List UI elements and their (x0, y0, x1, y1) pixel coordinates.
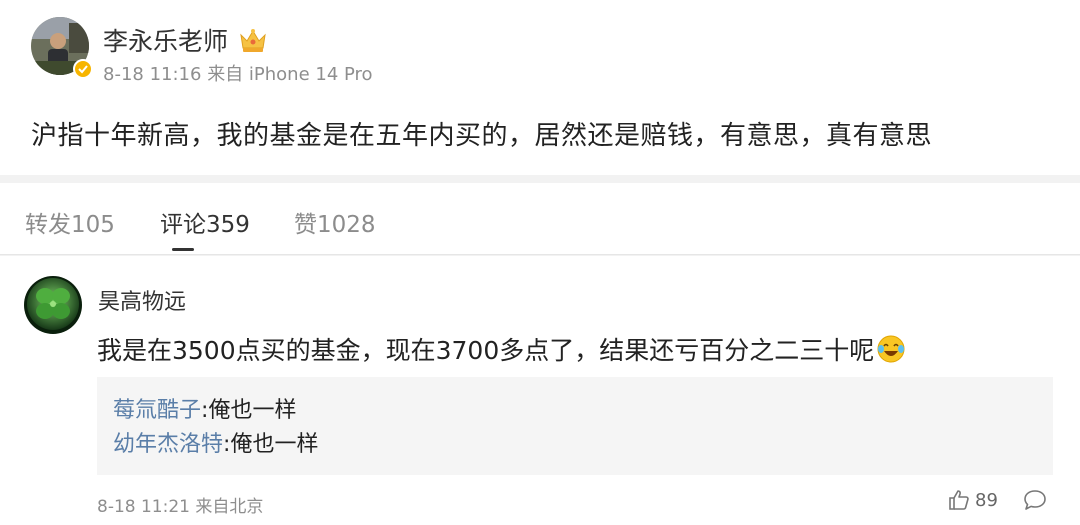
comment-text: 我是在3500点买的基金，现在3700多点了，结果还亏百分之二三十呢 (97, 331, 906, 367)
commenter-name[interactable]: 昊高物远 (98, 284, 186, 316)
comment-body: 我是在3500点买的基金，现在3700多点了，结果还亏百分之二三十呢 (97, 336, 875, 365)
tab-comments[interactable]: 评论359 (160, 205, 250, 239)
like-button[interactable]: 89 (947, 488, 998, 512)
tab-repost[interactable]: 转发105 (25, 205, 115, 239)
verified-badge-icon (73, 59, 93, 79)
reply-item[interactable]: 幼年杰洛特:俺也一样 (113, 428, 1053, 462)
reply-text: 俺也一样 (230, 432, 319, 457)
post-timestamp: 8-18 11:16 (103, 64, 202, 85)
post-author-name[interactable]: 李永乐老师 (103, 22, 228, 58)
post-meta: 8-18 11:16 来自 iPhone 14 Pro (103, 60, 373, 86)
reply-preview-box[interactable]: 莓氚酷子:俺也一样 幼年杰洛特:俺也一样 (97, 377, 1053, 475)
like-count: 89 (975, 489, 998, 511)
reply-item[interactable]: 莓氚酷子:俺也一样 (113, 394, 1053, 428)
comment-item: 昊高物远 我是在3500点买的基金，现在3700多点了，结果还亏百分之二三十呢 … (0, 256, 1080, 525)
post-author[interactable]: 李永乐老师 (103, 22, 268, 58)
commenter-avatar[interactable] (24, 276, 82, 334)
active-tab-indicator (172, 248, 194, 251)
reply-button[interactable] (1022, 488, 1048, 516)
comment-source: 来自北京 (195, 497, 264, 517)
tab-likes[interactable]: 赞1028 (294, 205, 376, 239)
interaction-tabs: 转发105 评论359 赞1028 (0, 183, 1080, 255)
reply-text: 俺也一样 (208, 398, 297, 423)
comment-timestamp: 8-18 11:21 (97, 497, 190, 517)
reply-author[interactable]: 莓氚酷子 (113, 398, 201, 423)
thumbs-up-icon (949, 490, 969, 510)
comment-meta: 8-18 11:21 来自北京 (97, 492, 263, 517)
crown-icon (238, 26, 268, 54)
post-card: 李永乐老师 8-18 11:16 来自 iPhone 14 Pro 沪指十年新高… (0, 0, 1080, 175)
post-content: 沪指十年新高，我的基金是在五年内买的，居然还是赔钱，有意思，真有意思 (31, 121, 933, 151)
reply-author[interactable]: 幼年杰洛特 (113, 432, 223, 457)
comment-bubble-icon (1024, 490, 1046, 510)
post-source: 来自 iPhone 14 Pro (207, 64, 373, 85)
laugh-cry-emoji-icon (876, 334, 906, 364)
